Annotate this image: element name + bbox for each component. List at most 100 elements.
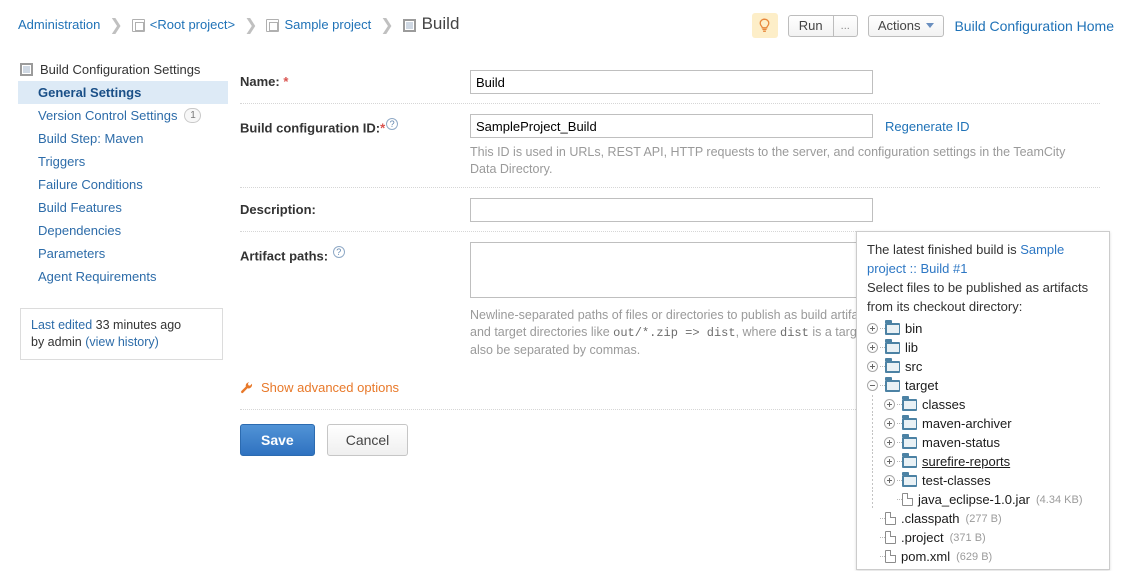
tree-node-classes[interactable]: classes <box>867 395 1099 414</box>
description-field-wrap <box>470 198 1100 222</box>
tree-node-surefire-reports[interactable]: surefire-reports <box>867 452 1099 471</box>
sidebar-item-build-step-maven[interactable]: Build Step: Maven <box>18 127 228 150</box>
breadcrumb-label: Administration <box>18 16 101 32</box>
actions-button[interactable]: Actions <box>867 14 945 37</box>
tree-node-maven-status[interactable]: maven-status <box>867 433 1099 452</box>
sidebar-item-parameters[interactable]: Parameters <box>18 242 228 265</box>
form-row-description: Description: <box>240 188 1100 232</box>
artifact-paths-label: Artifact paths: ? <box>240 242 470 263</box>
tree-node-classpath[interactable]: .classpath (277 B) <box>867 509 1099 528</box>
sidebar-item-build-features[interactable]: Build Features <box>18 196 228 219</box>
folder-icon <box>885 376 900 392</box>
folder-icon <box>902 395 917 411</box>
tree-node-label: maven-status <box>922 435 1001 450</box>
sidebar-item-label: Build Step: Maven <box>38 131 144 146</box>
tree-node-label: pom.xml <box>901 549 951 564</box>
breadcrumb-item-root-project[interactable]: <Root project> <box>131 16 236 32</box>
sidebar-item-label: Triggers <box>38 154 86 169</box>
tree-node-lib[interactable]: lib <box>867 338 1099 357</box>
sidebar-item-label: Version Control Settings <box>38 108 178 123</box>
tree-node-label: .project <box>901 530 944 545</box>
tree-node-label: src <box>905 359 923 374</box>
expand-icon[interactable] <box>867 342 878 353</box>
build-id-field-wrap: Regenerate ID This ID is used in URLs, R… <box>470 114 1100 178</box>
breadcrumb-label: <Root project> <box>149 16 236 32</box>
build-configuration-home-link[interactable]: Build Configuration Home <box>954 18 1114 34</box>
view-history-link[interactable]: (view history) <box>85 335 159 349</box>
popup-intro: The latest finished build is Sample proj… <box>867 240 1099 278</box>
breadcrumb-separator: ❯ <box>109 14 123 34</box>
project-icon <box>131 18 145 32</box>
file-icon <box>885 512 896 525</box>
last-edited-box: Last edited 33 minutes ago by admin (vie… <box>20 308 223 360</box>
name-input[interactable] <box>470 70 873 94</box>
build-id-row: Regenerate ID <box>470 114 1100 138</box>
name-field-wrap <box>470 70 1100 94</box>
collapse-icon[interactable] <box>867 380 878 391</box>
save-button[interactable]: Save <box>240 424 315 456</box>
build-icon <box>20 63 33 76</box>
build-id-input[interactable] <box>470 114 873 138</box>
tree-guide <box>867 395 884 414</box>
build-id-label-text: Build configuration ID: <box>240 120 381 136</box>
wrench-icon <box>241 381 253 393</box>
tree-node-maven-archiver[interactable]: maven-archiver <box>867 414 1099 433</box>
sidebar-item-general-settings[interactable]: General Settings <box>18 81 228 104</box>
tree-guide <box>867 414 884 433</box>
last-edited-by: by admin <box>31 335 82 349</box>
breadcrumb: Administration ❯ <Root project> ❯ Sample… <box>18 14 459 34</box>
cancel-button[interactable]: Cancel <box>326 424 409 456</box>
question-mark-icon[interactable]: ? <box>332 246 345 258</box>
expand-icon[interactable] <box>884 399 895 410</box>
popup-instruction: Select files to be published as artifact… <box>867 280 1089 314</box>
folder-icon <box>902 471 917 487</box>
run-options-button[interactable]: ... <box>833 14 858 37</box>
breadcrumb-item-build: Build <box>402 14 460 34</box>
tree-node-bin[interactable]: bin <box>867 319 1099 338</box>
file-size: (629 B) <box>956 550 993 563</box>
sidebar-item-agent-requirements[interactable]: Agent Requirements <box>18 265 228 288</box>
tree-node-src[interactable]: src <box>867 357 1099 376</box>
breadcrumb-label: Build <box>421 14 460 33</box>
lightbulb-icon[interactable] <box>751 13 778 38</box>
required-marker: * <box>380 120 386 136</box>
sidebar-item-triggers[interactable]: Triggers <box>18 150 228 173</box>
status-badge: 1 <box>184 108 202 123</box>
last-edited-link[interactable]: Last edited <box>31 318 92 332</box>
sidebar-item-failure-conditions[interactable]: Failure Conditions <box>18 173 228 196</box>
regenerate-id-link[interactable]: Regenerate ID <box>885 119 970 134</box>
hint-line-1: Newline-separated paths of files or dire… <box>470 308 865 322</box>
run-button[interactable]: Run <box>787 14 834 37</box>
tree-node-project[interactable]: .project (371 B) <box>867 528 1099 547</box>
sidebar-item-version-control-settings[interactable]: Version Control Settings 1 <box>18 104 228 127</box>
breadcrumb-item-sample-project[interactable]: Sample project <box>266 17 371 32</box>
sidebar-item-label: General Settings <box>38 85 142 100</box>
expand-icon[interactable] <box>884 418 895 429</box>
run-button-group: Run ... <box>787 14 858 37</box>
question-mark-icon[interactable]: ? <box>386 118 399 130</box>
expand-icon[interactable] <box>884 456 895 467</box>
sidebar-item-label: Failure Conditions <box>38 177 143 192</box>
file-size: (4.34 KB) <box>1036 493 1083 506</box>
folder-icon <box>885 319 900 335</box>
artifact-paths-textarea[interactable] <box>470 242 873 298</box>
page-root: Administration ❯ <Root project> ❯ Sample… <box>0 0 1128 571</box>
tree-node-target[interactable]: target <box>867 376 1099 395</box>
tree-node-test-classes[interactable]: test-classes <box>867 471 1099 490</box>
tree-node-pom-xml[interactable]: pom.xml (629 B) <box>867 547 1099 566</box>
artifact-paths-label-text: Artifact paths: <box>240 248 329 264</box>
expand-icon[interactable] <box>867 323 878 334</box>
folder-icon <box>902 433 917 449</box>
folder-icon <box>902 414 917 430</box>
sidebar-item-dependencies[interactable]: Dependencies <box>18 219 228 242</box>
advanced-label: Show advanced options <box>261 380 400 395</box>
expand-icon[interactable] <box>884 437 895 448</box>
artifact-browser-popup: The latest finished build is Sample proj… <box>856 231 1110 570</box>
breadcrumb-item-administration[interactable]: Administration <box>18 17 100 32</box>
tree-node-label: bin <box>905 321 923 336</box>
expand-icon[interactable] <box>884 475 895 486</box>
expand-icon[interactable] <box>867 361 878 372</box>
tree-node-java-eclipse-jar[interactable]: java_eclipse-1.0.jar (4.34 KB) <box>867 490 1099 509</box>
sidebar-header: Build Configuration Settings <box>18 60 228 81</box>
description-input[interactable] <box>470 198 873 222</box>
